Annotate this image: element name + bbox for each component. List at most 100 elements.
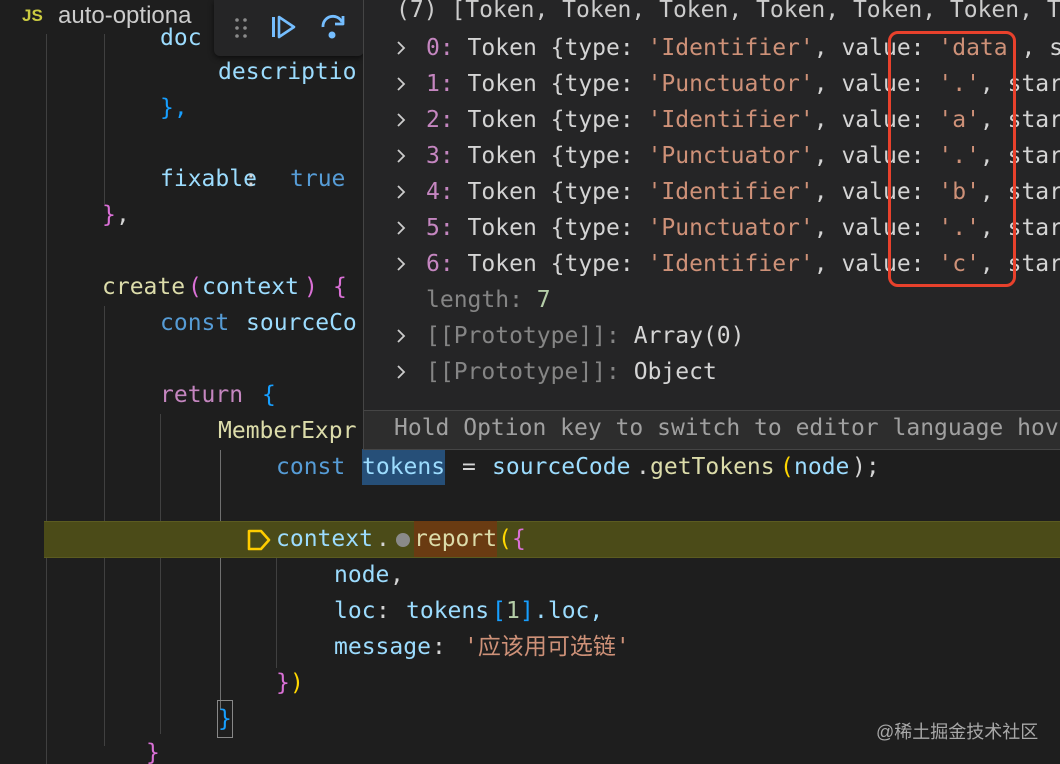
code-token: ) xyxy=(304,274,318,300)
prototype-value: Array(0) xyxy=(619,323,745,349)
chevron-right-icon[interactable] xyxy=(394,77,408,91)
code-token: true xyxy=(290,166,346,192)
chevron-right-icon[interactable] xyxy=(394,185,408,199)
token-prefix: Token {type: xyxy=(453,35,648,61)
code-token: : xyxy=(244,166,258,192)
hover-header-text: (7) [Token, Token, Token, Token, Token, … xyxy=(396,0,1060,23)
code-token: sourceCo xyxy=(246,310,357,336)
code-token: sourceCode xyxy=(492,454,631,480)
token-suffix: , star xyxy=(1021,35,1060,61)
code-token: , xyxy=(116,202,130,228)
code-token: [ xyxy=(492,598,506,624)
chevron-right-icon[interactable] xyxy=(394,365,408,379)
code-token: { xyxy=(262,382,276,408)
code-line: message : '应该用可选链' xyxy=(0,629,1060,665)
code-token: context xyxy=(276,526,373,552)
token-type: 'Identifier' xyxy=(647,35,814,61)
code-token: : xyxy=(432,634,446,660)
inline-breakpoint-dot-icon[interactable] xyxy=(390,521,414,557)
code-token: . xyxy=(376,526,390,552)
code-token: tokens xyxy=(406,598,490,624)
token-type: 'Identifier' xyxy=(647,179,814,205)
code-line: loc : tokens [ 1 ] .loc, xyxy=(0,593,1060,629)
code-line: const tokens = sourceCode . getTokens ( … xyxy=(0,449,1060,485)
code-token: 1 xyxy=(506,598,520,624)
code-token: return xyxy=(160,382,244,408)
code-token: , xyxy=(390,562,404,588)
chevron-right-icon[interactable] xyxy=(394,329,408,343)
code-token: getTokens xyxy=(650,454,775,480)
token-type: 'Punctuator' xyxy=(647,71,814,97)
code-token: } xyxy=(102,202,116,228)
token-prefix: Token {type: xyxy=(453,179,648,205)
code-token: } xyxy=(217,700,233,738)
code-line: } ) xyxy=(0,665,1060,701)
chevron-right-icon[interactable] xyxy=(394,257,408,271)
token-type: 'Punctuator' xyxy=(647,215,814,241)
code-token: report xyxy=(414,521,498,557)
annotation-highlight-box xyxy=(888,31,1016,287)
step-over-icon[interactable] xyxy=(318,12,348,42)
chevron-right-icon[interactable] xyxy=(394,221,408,235)
prototype-key: [[Prototype]]: xyxy=(426,323,620,349)
code-token: = xyxy=(462,454,476,480)
code-token: message xyxy=(334,634,431,660)
continue-icon[interactable] xyxy=(268,12,298,42)
code-token: .loc, xyxy=(534,598,604,624)
code-token: doc xyxy=(160,25,202,51)
chevron-right-icon[interactable] xyxy=(394,113,408,127)
token-index: 5: xyxy=(426,215,454,241)
code-token: ( xyxy=(188,274,202,300)
code-token: ( xyxy=(498,526,512,552)
code-token: ) xyxy=(290,670,304,696)
token-prefix: Token {type: xyxy=(453,143,648,169)
code-token: ( xyxy=(780,454,794,480)
code-token: fixable xyxy=(160,166,257,192)
code-token: : xyxy=(376,598,390,624)
code-token: node xyxy=(334,562,390,588)
chevron-right-icon[interactable] xyxy=(394,149,408,163)
token-index: 3: xyxy=(426,143,454,169)
token-index: 1: xyxy=(426,71,454,97)
code-token: const xyxy=(160,310,230,336)
hover-prototype-row[interactable]: [[Prototype]]: Object xyxy=(364,354,1060,390)
token-prefix: Token {type: xyxy=(453,71,648,97)
token-index: 6: xyxy=(426,251,454,277)
code-token: ] xyxy=(520,598,534,624)
token-prefix: Token {type: xyxy=(453,215,648,241)
code-token: const xyxy=(276,454,346,480)
code-token: ); xyxy=(852,454,880,480)
code-token: MemberExpr xyxy=(218,418,357,444)
hover-status-bar: Hold Option key to switch to editor lang… xyxy=(364,411,1060,449)
token-index: 0: xyxy=(426,35,454,61)
token-type: 'Punctuator' xyxy=(647,143,814,169)
token-prefix: Token {type: xyxy=(453,251,648,277)
length-value: 7 xyxy=(536,287,551,313)
code-token: create xyxy=(102,274,186,300)
token-type: 'Identifier' xyxy=(647,251,814,277)
token-index: 2: xyxy=(426,107,454,133)
code-token: node xyxy=(794,454,850,480)
hovered-variable-tokens[interactable]: tokens xyxy=(362,449,446,485)
prototype-value: Object xyxy=(619,359,717,385)
prototype-key: [[Prototype]]: xyxy=(426,359,620,385)
hover-length-row: length: 7 xyxy=(364,282,1060,318)
code-token: } xyxy=(276,670,290,696)
code-token: }, xyxy=(160,95,188,121)
length-key: length: xyxy=(426,287,523,313)
code-token: { xyxy=(333,274,347,300)
hover-prototype-row[interactable]: [[Prototype]]: Array(0) xyxy=(364,318,1060,354)
token-prefix: Token {type: xyxy=(453,107,648,133)
code-token: '应该用可选链' xyxy=(464,634,630,660)
code-line: node , xyxy=(0,557,1060,593)
token-index: 4: xyxy=(426,179,454,205)
code-token: } xyxy=(146,740,160,764)
hover-status-text: Hold Option key to switch to editor lang… xyxy=(394,415,1060,441)
token-type: 'Identifier' xyxy=(647,107,814,133)
code-token: { xyxy=(512,526,526,552)
code-line-current: context . report ( { xyxy=(0,521,1060,557)
drag-grip-icon[interactable] xyxy=(234,17,248,39)
chevron-right-icon[interactable] xyxy=(394,41,408,55)
code-token: loc xyxy=(334,598,376,624)
watermark: @稀土掘金技术社区 xyxy=(876,722,1039,742)
